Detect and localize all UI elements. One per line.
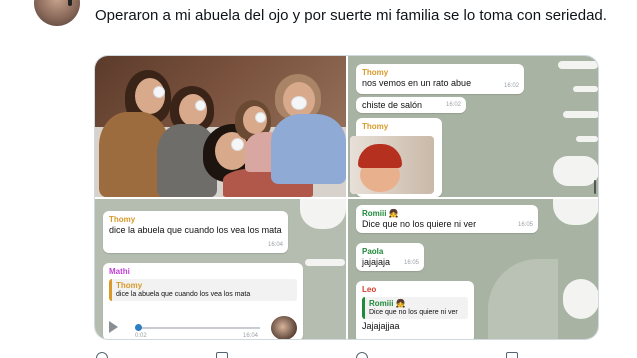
message-bubble[interactable]: chiste de salón 16:02 [356,97,466,113]
avatar[interactable] [34,0,80,26]
quoted-text: dice la abuela que cuando los vea los ma… [116,291,251,298]
audio-progress-track[interactable] [135,327,260,329]
play-icon[interactable] [109,321,118,333]
retweet-icon[interactable] [216,352,228,358]
message-time: 16:04 [267,242,283,248]
chat-doodle [563,279,598,319]
message-sender: Thomy [109,215,136,224]
quoted-text: Dice que no los quiere ni ver [369,309,458,316]
message-sender: Leo [362,285,377,294]
chat-doodle [553,156,598,186]
message-bubble[interactable]: Romiii 👧 Dice que no los quiere ni ver 1… [356,205,538,233]
quoted-sender: Thomy [116,281,143,290]
message-bubble[interactable]: Paola jajajaja 16:05 [356,243,424,271]
quoted-message[interactable]: Thomy dice la abuela que cuando los vea … [109,279,297,301]
tweet-text: Operaron a mi abuela del ojo y por suert… [95,7,607,24]
message-bubble[interactable]: Thomy nos vemos en un rato abue 16:02 [356,64,524,94]
message-sender: Mathi [109,267,130,276]
eye-patch [195,100,206,111]
sender-avatar [271,316,297,339]
chat-doodle [300,199,346,229]
chat-screenshot-3[interactable]: Romiii 👧 Dice que no los quiere ni ver 1… [348,199,598,339]
chat-doodle [305,259,345,266]
audio-progress-handle[interactable] [135,324,142,331]
eye-patch [291,96,307,110]
message-sender: Paola [362,247,384,256]
message-text: chiste de salón [362,100,423,110]
family-photo[interactable] [95,56,346,197]
chat-screenshot-2[interactable]: Thomy dice la abuela que cuando los vea … [95,199,346,339]
message-bubble[interactable]: Leo Romiii 👧 Dice que no los quiere ni v… [356,281,474,339]
eye-patch [255,112,266,123]
chat-doodle [563,111,598,118]
message-time: 16:02 [503,83,519,89]
share-icon[interactable] [506,352,518,358]
quoted-message[interactable]: Romiii 👧 Dice que no los quiere ni ver [362,297,468,319]
message-sender: Romiii 👧 [362,209,399,218]
message-sender: Thomy [362,122,389,131]
chat-doodle [573,86,598,92]
message-text: Jajajajjaa [362,321,400,331]
audio-elapsed: 0:02 [135,333,147,339]
reply-icon[interactable] [96,352,108,358]
chat-doodle [488,259,558,339]
baby-photo[interactable] [350,136,434,194]
eye-patch [231,138,244,151]
message-time: 16:05 [517,222,533,228]
like-icon[interactable] [356,352,368,358]
person-body [271,114,346,184]
audio-time: 16:04 [243,333,259,339]
scrollbar[interactable] [594,180,596,194]
eye-patch [153,86,165,98]
media-grid[interactable]: Thomy nos vemos en un rato abue 16:02 ch… [94,55,599,340]
message-text: Dice que no los quiere ni ver [362,219,477,229]
chat-doodle [553,199,598,225]
message-text: dice la abuela que cuando los vea los ma… [109,225,282,235]
quoted-sender: Romiii 👧 [369,299,406,308]
chat-doodle [558,61,598,69]
chat-doodle [576,136,598,142]
message-text: jajajaja [362,257,391,267]
message-text: nos vemos en un rato abue [362,78,472,88]
message-time: 16:05 [403,260,419,266]
message-bubble[interactable]: Thomy dice la abuela que cuando los vea … [103,211,288,253]
message-sender: Thomy [362,68,389,77]
message-time: 16:02 [445,102,461,108]
